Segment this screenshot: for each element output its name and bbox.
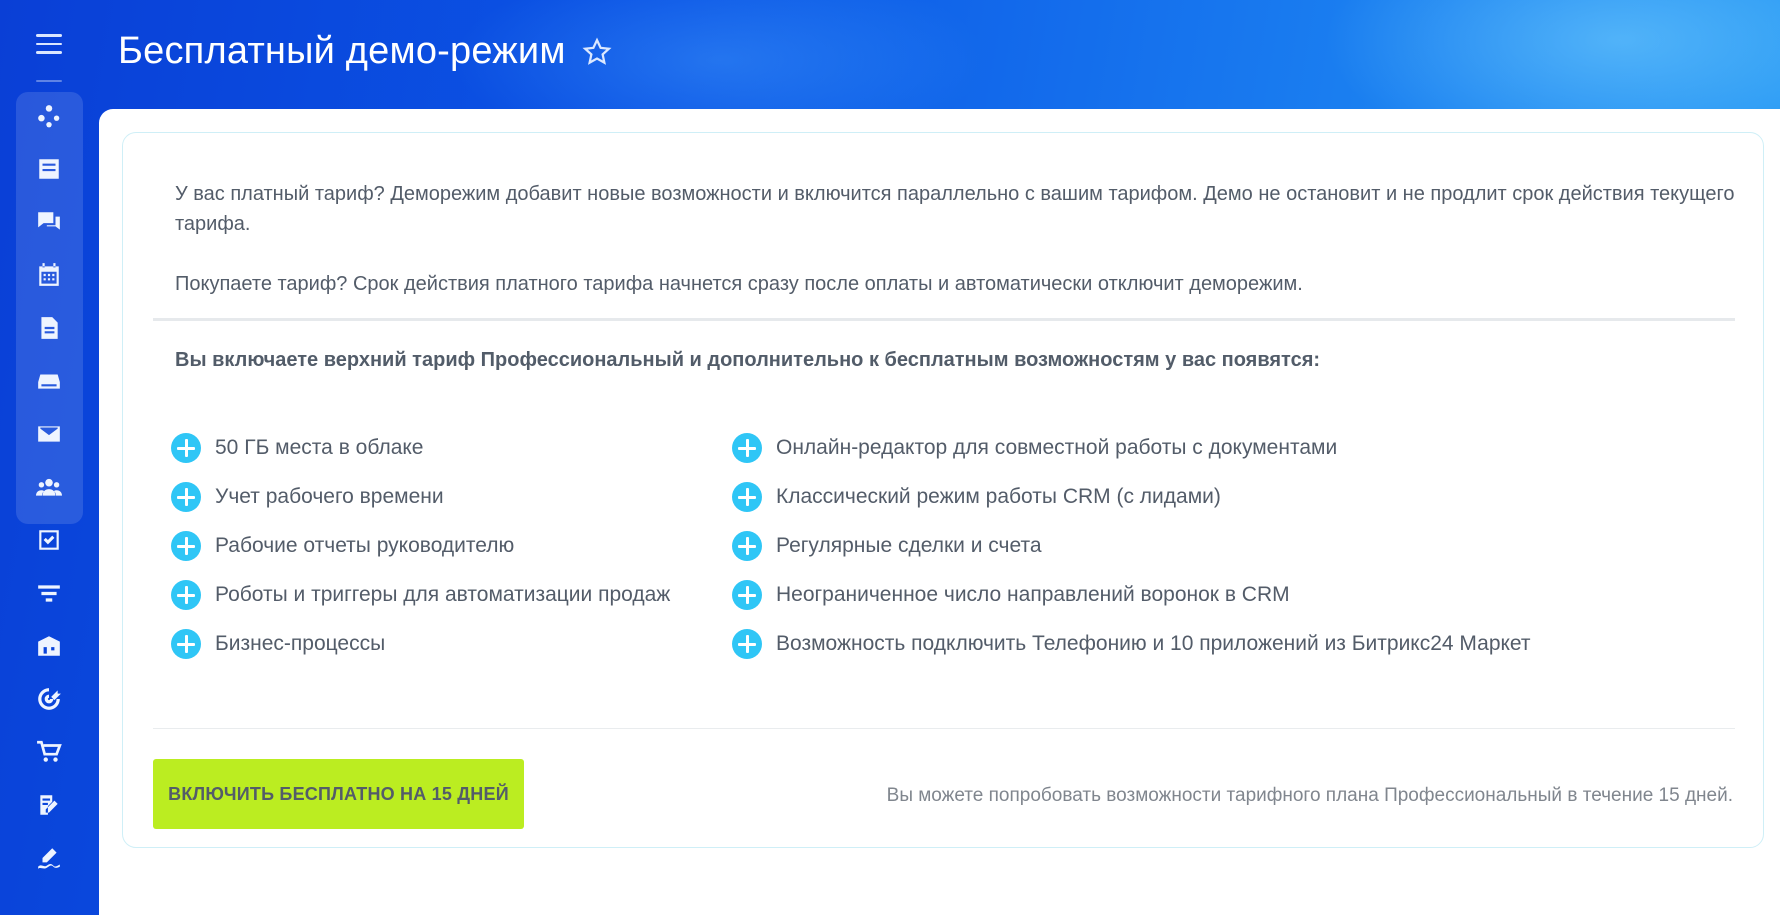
feature-label: Роботы и триггеры для автоматизации прод… — [215, 583, 671, 606]
feature-label: Неограниченное число направлений воронок… — [776, 583, 1290, 606]
feature-item: Неограниченное число направлений воронок… — [732, 580, 1290, 610]
groups-icon[interactable] — [35, 473, 63, 501]
enable-free-trial-button[interactable]: ВКЛЮЧИТЬ БЕСПЛАТНО НА 15 ДНЕЙ — [153, 759, 524, 829]
footer-divider — [153, 728, 1735, 729]
feature-item: Классический режим работы CRM (с лидами) — [732, 482, 1221, 512]
feature-label: Учет рабочего времени — [215, 485, 444, 508]
chat-icon[interactable] — [35, 208, 63, 236]
cart-icon[interactable] — [35, 738, 63, 766]
demo-card: У вас платный тариф? Деморежим добавит н… — [122, 132, 1764, 848]
feature-label: Рабочие отчеты руководителю — [215, 534, 515, 557]
features-subtitle: Вы включаете верхний тариф Профессиональ… — [175, 349, 1321, 371]
feature-item: Бизнес-процессы — [171, 629, 385, 659]
feature-label: Возможность подключить Телефонию и 10 пр… — [776, 632, 1531, 655]
intro-text: У вас платный тариф? Деморежим добавит н… — [175, 179, 1735, 329]
calendar-icon[interactable] — [35, 261, 63, 289]
target-icon[interactable] — [35, 685, 63, 713]
plus-icon — [171, 629, 201, 659]
checklist-icon[interactable] — [35, 526, 63, 554]
feature-item: Онлайн-редактор для совместной работы с … — [732, 433, 1337, 463]
page-title: Бесплатный демо-режим — [118, 30, 566, 72]
feed-icon[interactable] — [35, 102, 63, 130]
feature-label: 50 ГБ места в облаке — [215, 436, 424, 459]
feature-label: Онлайн-редактор для совместной работы с … — [776, 436, 1338, 459]
document-icon[interactable] — [35, 314, 63, 342]
plus-icon — [732, 482, 762, 512]
trial-note: Вы можете попробовать возможности тарифн… — [886, 785, 1733, 806]
feature-label: Регулярные сделки и счета — [776, 534, 1042, 557]
page-header: Бесплатный демо-режим — [118, 30, 612, 73]
feature-item: 50 ГБ места в облаке — [171, 433, 423, 463]
main-panel: У вас платный тариф? Деморежим добавит н… — [99, 109, 1780, 915]
tasks-icon[interactable] — [35, 155, 63, 183]
sidebar-divider — [36, 80, 62, 82]
plus-icon — [171, 531, 201, 561]
mail-icon[interactable] — [35, 420, 63, 448]
feature-item: Возможность подключить Телефонию и 10 пр… — [732, 629, 1531, 659]
intro-paragraph-1: У вас платный тариф? Деморежим добавит н… — [175, 183, 1735, 235]
plus-icon — [171, 482, 201, 512]
funnel-icon[interactable] — [35, 579, 63, 607]
store-icon[interactable] — [35, 632, 63, 660]
plus-icon — [171, 580, 201, 610]
plus-icon — [171, 433, 201, 463]
section-divider — [153, 318, 1735, 321]
intro-paragraph-2: Покупаете тариф? Срок действия платного … — [175, 273, 1303, 295]
left-sidebar — [0, 0, 99, 915]
feature-item: Регулярные сделки и счета — [732, 531, 1042, 561]
feature-label: Бизнес-процессы — [215, 632, 386, 655]
signature-icon[interactable] — [35, 844, 63, 872]
star-icon[interactable] — [582, 36, 612, 67]
feature-item: Рабочие отчеты руководителю — [171, 531, 514, 561]
feature-item: Роботы и триггеры для автоматизации прод… — [171, 580, 670, 610]
plus-icon — [732, 531, 762, 561]
sign-icon[interactable] — [35, 791, 63, 819]
menu-icon[interactable] — [36, 34, 62, 54]
plus-icon — [732, 580, 762, 610]
plus-icon — [732, 433, 762, 463]
feature-label: Классический режим работы CRM (с лидами) — [776, 485, 1221, 508]
drive-icon[interactable] — [35, 367, 63, 395]
feature-item: Учет рабочего времени — [171, 482, 444, 512]
plus-icon — [732, 629, 762, 659]
